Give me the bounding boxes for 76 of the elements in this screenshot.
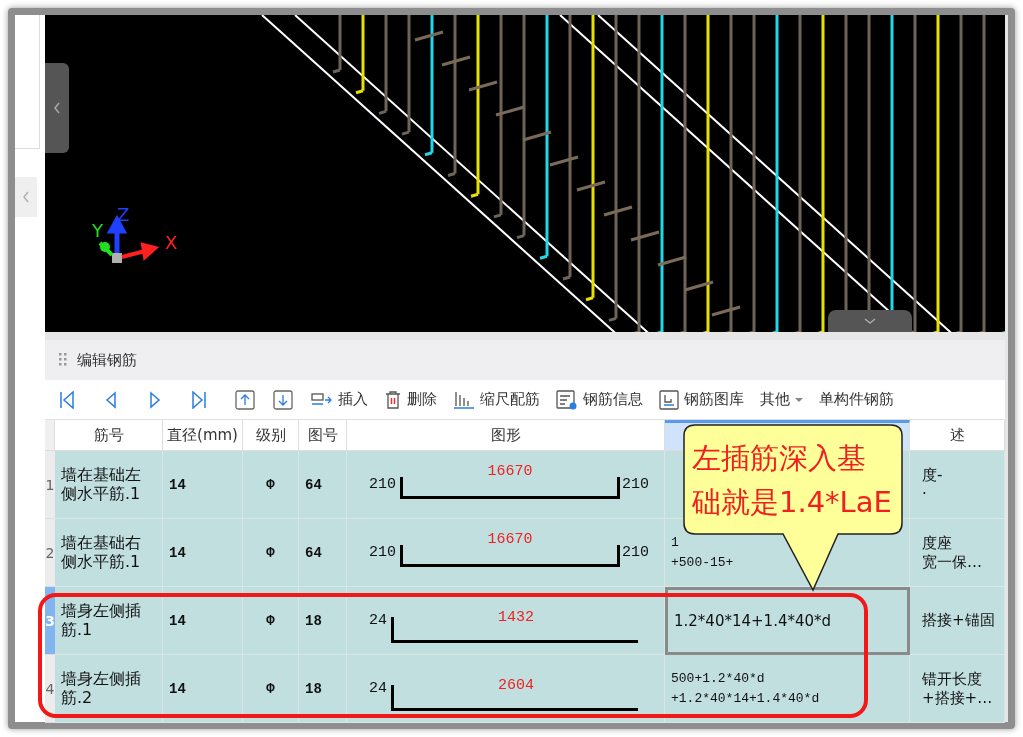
toolbar-button[interactable]: 插入 <box>307 388 372 411</box>
column-header[interactable]: 图形 <box>347 420 665 451</box>
table-cell: 墙在基础右侧水平筋.1 <box>55 519 163 587</box>
column-header[interactable]: 直径(mm) <box>163 420 243 451</box>
formula-cell: 1.2*40*14+1.4*40*d <box>665 587 910 655</box>
axis-label: Y <box>92 220 103 241</box>
column-header[interactable]: 级别 <box>243 420 299 451</box>
leg-length: 24 <box>369 612 387 629</box>
callout-tooltip-text: 左插筋深入基 础就是1.4*LaE <box>692 440 893 521</box>
formula-cell: 500+1.2*40*d +1.2*40*14+1.4*40*d <box>665 655 910 723</box>
drag-handle-icon[interactable] <box>59 352 67 368</box>
triangle-left-icon <box>59 390 75 409</box>
table-cell: 14 <box>163 451 243 519</box>
leg-length: 210 <box>369 544 396 561</box>
table-cell: 64 <box>299 451 347 519</box>
row-number[interactable]: 2 <box>45 519 55 587</box>
table-cell: 错开长度 +搭接+… <box>910 655 1005 723</box>
button-label: 删除 <box>407 390 437 409</box>
table-cell: 墙在基础左侧水平筋.1 <box>55 451 163 519</box>
toolbar-button[interactable]: 单构件钢筋 <box>815 388 898 411</box>
insert-row-icon <box>311 391 333 408</box>
table-cell: 64 <box>299 519 347 587</box>
chevron-left-icon <box>22 191 30 203</box>
arrow-up-box-icon <box>235 389 255 410</box>
table-cell: 14 <box>163 587 243 655</box>
leg-length: 210 <box>369 476 396 493</box>
table-cell: Φ <box>243 451 299 519</box>
column-header[interactable]: 图号 <box>299 420 347 451</box>
triangle-right-icon <box>147 390 163 409</box>
row-number[interactable]: 1 <box>45 451 55 519</box>
chevron-left-icon <box>53 102 61 114</box>
table-cell: Φ <box>243 587 299 655</box>
bar-length: 16670 <box>487 462 533 480</box>
trash-icon <box>384 389 402 410</box>
ruler-bars-icon <box>453 389 475 410</box>
toolbar-button[interactable]: 钢筋信息 <box>552 387 647 412</box>
caret-down-icon <box>795 396 803 403</box>
chevron-down-icon <box>864 317 876 325</box>
table-cell: 墙身左侧插筋.1 <box>55 587 163 655</box>
leg-length: 210 <box>622 476 650 493</box>
column-header[interactable]: 述 <box>910 420 1005 451</box>
button-label: 其他 <box>760 390 790 409</box>
toolbar-button[interactable]: 删除 <box>380 387 441 412</box>
table-cell: 度- · <box>910 451 1005 519</box>
toolbar-button[interactable]: 其他 <box>756 388 807 411</box>
table-cell: Φ <box>243 655 299 723</box>
leg-length: 210 <box>622 544 650 561</box>
button-label: 钢筋图库 <box>684 390 744 409</box>
button-label: 缩尺配筋 <box>480 390 540 409</box>
bar-length: 1432 <box>498 608 534 626</box>
triangle-right-icon <box>191 390 207 409</box>
table-cell: 墙身左侧插筋.2 <box>55 655 163 723</box>
table-cell: 度座 宽一保… <box>910 519 1005 587</box>
toolbar-button[interactable]: 钢筋图库 <box>655 387 748 412</box>
table-cell: 14 <box>163 519 243 587</box>
table-cell: 14 <box>163 655 243 723</box>
row-number[interactable]: 4 <box>45 655 55 723</box>
leg-length: 24 <box>369 680 387 697</box>
arrow-down-box-icon <box>273 389 293 410</box>
triangle-left-icon <box>103 390 119 409</box>
table-cell: 18 <box>299 587 347 655</box>
bar-length: 16670 <box>487 530 533 548</box>
bar-length: 2604 <box>498 676 534 694</box>
axis-label: X <box>165 232 178 253</box>
table-cell: 搭接+锚固 <box>910 587 1005 655</box>
table-cell: Φ <box>243 519 299 587</box>
panel-title: 编辑钢筋 <box>77 350 137 370</box>
panel-toggle[interactable] <box>45 63 69 153</box>
table-cell: 18 <box>299 655 347 723</box>
column-header[interactable]: 筋号 <box>55 420 163 451</box>
list-info-icon <box>556 389 578 410</box>
image-library-icon <box>659 389 679 410</box>
toolbar-button[interactable]: 缩尺配筋 <box>449 387 544 412</box>
button-label: 钢筋信息 <box>583 390 643 409</box>
button-label: 插入 <box>338 390 368 409</box>
panel-toggle[interactable] <box>828 310 912 332</box>
